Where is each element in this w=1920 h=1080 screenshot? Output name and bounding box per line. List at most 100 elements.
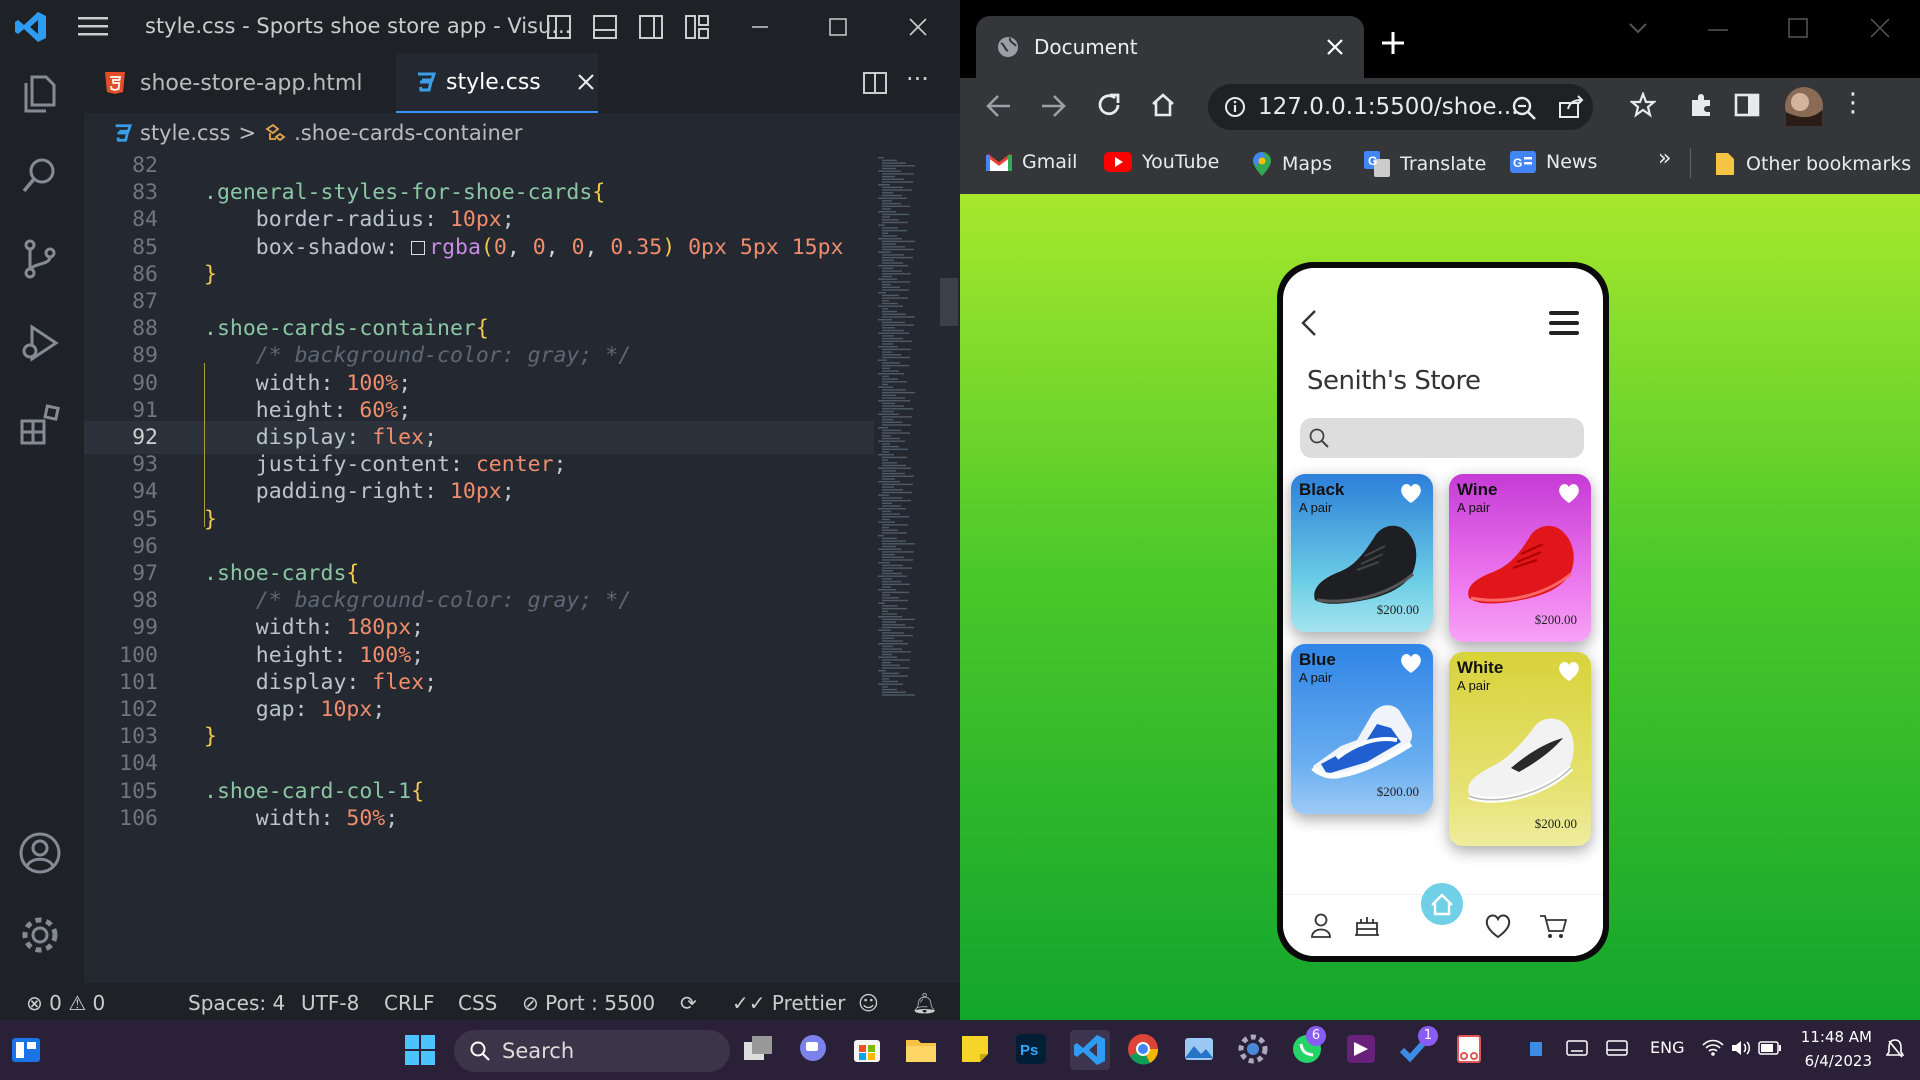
heart-icon[interactable]	[1399, 652, 1423, 674]
sync-icon[interactable]: ⟳	[680, 991, 697, 1015]
close-icon[interactable]	[1870, 18, 1890, 38]
settings-gear-icon[interactable]	[1236, 1032, 1272, 1068]
scrollbar-thumb[interactable]	[940, 278, 958, 326]
close-tab-icon[interactable]	[1326, 38, 1344, 56]
cart-icon[interactable]	[1539, 913, 1567, 939]
volume-icon[interactable]	[1730, 1039, 1752, 1057]
tab-shoe-store-app-html[interactable]: shoe-store-app.html	[84, 53, 396, 113]
more-actions-icon[interactable]: ···	[906, 65, 929, 93]
bookmark-maps[interactable]: Maps	[1252, 151, 1332, 177]
battery-icon[interactable]	[1758, 1041, 1782, 1055]
widgets-icon[interactable]	[10, 1034, 46, 1070]
home-button[interactable]	[1419, 881, 1465, 927]
more-bookmarks-chevron[interactable]: »	[1658, 146, 1671, 171]
shoe-card-white[interactable]: White A pair $200.00	[1449, 652, 1591, 846]
notifications-bell-icon[interactable]: 🔔︎	[912, 991, 937, 1015]
search-icon[interactable]	[18, 153, 62, 197]
source-control-icon[interactable]	[18, 237, 62, 281]
gear-icon[interactable]	[18, 913, 62, 957]
address-bar[interactable]: 127.0.0.1:5500/shoe...	[1208, 84, 1593, 130]
language-indicator[interactable]: ENG	[1650, 1038, 1684, 1057]
bookmark-translate[interactable]: G Translate	[1364, 151, 1486, 177]
back-icon[interactable]	[986, 94, 1012, 118]
extensions-puzzle-icon[interactable]	[1688, 92, 1714, 118]
chrome-icon[interactable]	[1126, 1032, 1162, 1068]
live-server-port[interactable]: ⊘ Port : 5500	[522, 991, 655, 1015]
profile-avatar[interactable]	[1784, 86, 1824, 126]
extensions-icon[interactable]	[18, 403, 62, 447]
prettier-status[interactable]: ✓✓ Prettier	[732, 991, 845, 1015]
encoding-status[interactable]: UTF-8	[301, 991, 359, 1015]
heart-icon[interactable]	[1399, 482, 1423, 504]
split-editor-icon[interactable]	[862, 71, 888, 95]
tab-search-chevron-down-icon[interactable]	[1628, 22, 1648, 36]
tray-overflow-icon[interactable]	[1528, 1040, 1544, 1058]
notification-bell-icon[interactable]	[1886, 1038, 1904, 1060]
bookmark-star-icon[interactable]	[1630, 92, 1656, 118]
shoe-card-blue[interactable]: Blue A pair $200.00	[1291, 644, 1433, 814]
sticky-notes-icon[interactable]	[958, 1032, 994, 1068]
maximize-icon[interactable]	[1788, 18, 1808, 38]
menu-icon[interactable]	[78, 14, 108, 38]
snipping-tool-icon[interactable]	[1452, 1032, 1488, 1068]
chrome-menu-icon[interactable]: ⋮	[1840, 90, 1866, 116]
user-icon[interactable]	[1310, 913, 1332, 939]
code-editor[interactable]: 82 83 .general-styles-for-shoe-cards{84 bo…	[84, 153, 874, 983]
touchpad-icon[interactable]	[1606, 1040, 1628, 1056]
visual-studio-icon[interactable]	[1344, 1032, 1380, 1068]
breadcrumb-symbol[interactable]: .shoe-cards-container	[294, 121, 522, 145]
shoe-card-black[interactable]: Black A pair $200.00	[1291, 474, 1433, 632]
vscode-taskbar-icon[interactable]	[1070, 1030, 1110, 1070]
shoe-card-wine[interactable]: Wine A pair $200.00	[1449, 474, 1591, 642]
shoe-category-icon[interactable]	[1353, 913, 1381, 939]
site-info-icon[interactable]	[1224, 96, 1246, 118]
minimap[interactable]	[874, 153, 938, 983]
clock-date[interactable]: 6/4/2023	[1800, 1052, 1872, 1070]
back-arrow-icon[interactable]	[1299, 308, 1319, 338]
side-panel-icon[interactable]	[1734, 93, 1760, 117]
eol-status[interactable]: CRLF	[384, 991, 435, 1015]
code-line[interactable]: 106 width: 50%;	[84, 802, 874, 835]
teams-chat-icon[interactable]	[796, 1032, 832, 1068]
customize-layout-icon[interactable]	[684, 14, 710, 40]
wifi-icon[interactable]	[1702, 1039, 1724, 1057]
minimize-icon[interactable]	[720, 0, 800, 53]
minimize-icon[interactable]	[1708, 28, 1728, 32]
run-debug-icon[interactable]	[18, 321, 62, 365]
maximize-icon[interactable]	[798, 0, 878, 53]
editor-scrollbar[interactable]	[938, 153, 960, 983]
taskbar-search[interactable]: Search	[454, 1030, 730, 1072]
clock-time[interactable]: 11:48 AM	[1800, 1028, 1872, 1046]
forward-icon[interactable]	[1040, 94, 1066, 118]
breadcrumb-file[interactable]: style.css	[140, 121, 230, 145]
task-view-icon[interactable]	[742, 1032, 778, 1068]
feedback-icon[interactable]: ☺	[858, 991, 879, 1015]
indentation-status[interactable]: Spaces: 4	[188, 991, 285, 1015]
hamburger-menu-icon[interactable]	[1549, 308, 1579, 338]
microsoft-store-icon[interactable]	[850, 1032, 886, 1068]
other-bookmarks-folder[interactable]: Other bookmarks	[1714, 151, 1911, 177]
bookmark-youtube[interactable]: YouTube	[1104, 151, 1219, 173]
keyboard-icon[interactable]	[1566, 1040, 1588, 1056]
share-icon[interactable]	[1558, 95, 1584, 119]
bookmark-gmail[interactable]: Gmail	[986, 151, 1077, 173]
photoshop-icon[interactable]: Ps	[1014, 1032, 1050, 1068]
browser-tab-document[interactable]: Document	[976, 16, 1364, 78]
toggle-secondary-sidebar-icon[interactable]	[638, 14, 664, 40]
toggle-panel-icon[interactable]	[592, 14, 618, 40]
toggle-primary-sidebar-icon[interactable]	[546, 14, 572, 40]
home-icon[interactable]	[1150, 92, 1176, 118]
close-tab-icon[interactable]	[577, 73, 595, 91]
new-tab-icon[interactable]	[1380, 30, 1406, 56]
reload-icon[interactable]	[1096, 92, 1122, 118]
problems-status[interactable]: ⊗ 0 ⚠ 0	[26, 991, 105, 1015]
heart-icon[interactable]	[1557, 660, 1581, 682]
heart-icon[interactable]	[1557, 482, 1581, 504]
windows-start-icon[interactable]	[404, 1034, 440, 1070]
bookmark-news[interactable]: G News	[1510, 151, 1597, 173]
close-icon[interactable]	[878, 0, 958, 53]
tab-style-css[interactable]: style.css	[396, 53, 598, 113]
favorites-heart-icon[interactable]	[1484, 913, 1512, 939]
explorer-icon[interactable]	[18, 71, 62, 115]
language-status[interactable]: CSS	[458, 991, 497, 1015]
